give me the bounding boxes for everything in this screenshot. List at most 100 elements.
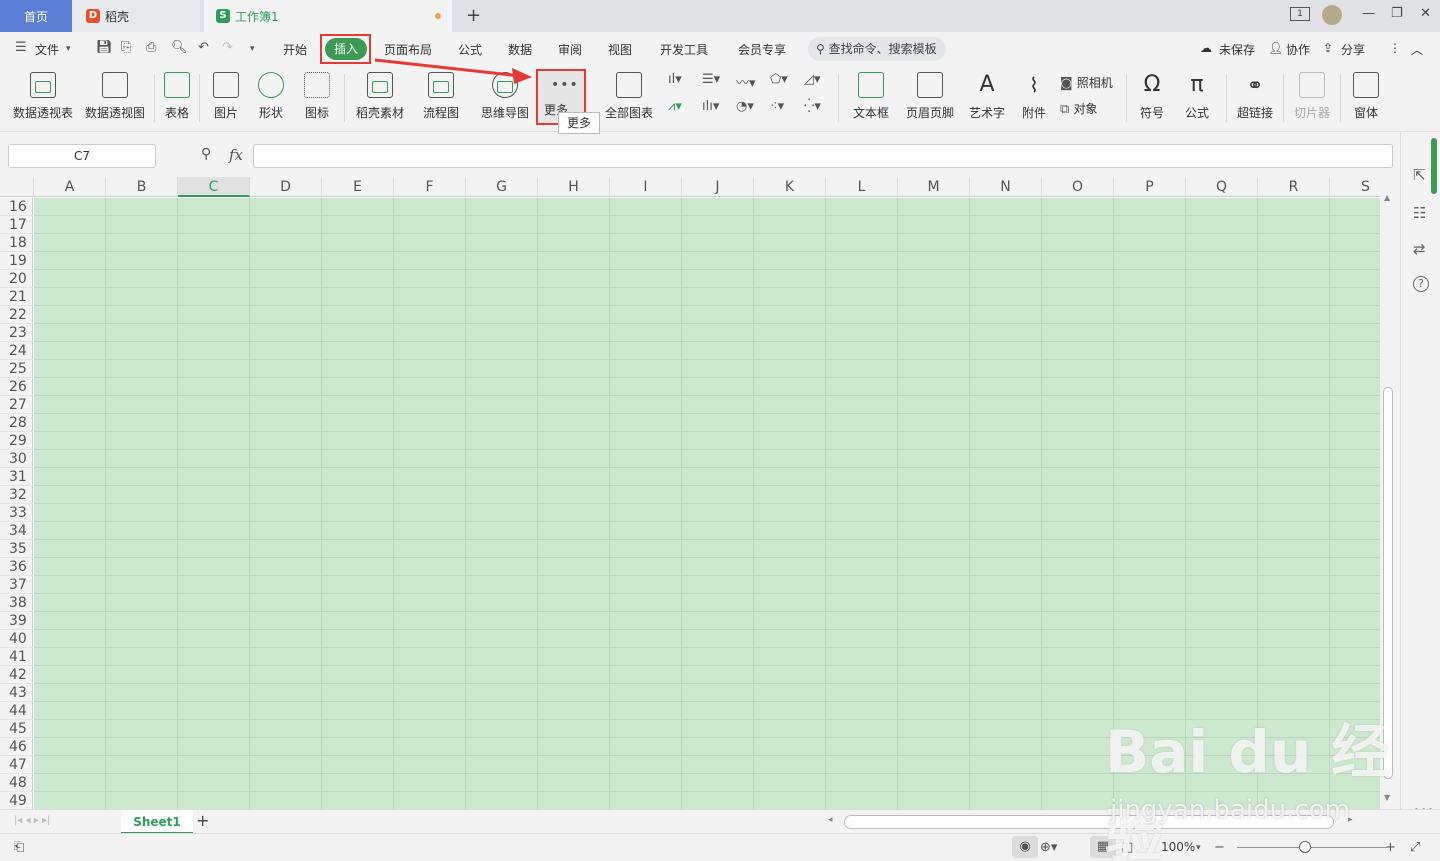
row-header-41[interactable]: 41: [0, 648, 33, 666]
menu-page-layout[interactable]: 页面布局: [384, 41, 432, 58]
row-header-46[interactable]: 46: [0, 738, 33, 756]
unsaved-status[interactable]: 未保存: [1219, 41, 1255, 58]
row-header-25[interactable]: 25: [0, 360, 33, 378]
scroll-up-icon[interactable]: ▲: [1384, 193, 1390, 202]
row-header-43[interactable]: 43: [0, 684, 33, 702]
row-header-48[interactable]: 48: [0, 774, 33, 792]
row-header-32[interactable]: 32: [0, 486, 33, 504]
pie-chart-icon[interactable]: ◔▾: [736, 99, 754, 114]
column-header-i[interactable]: I: [610, 177, 682, 197]
column-header-p[interactable]: P: [1114, 177, 1186, 197]
row-header-40[interactable]: 40: [0, 630, 33, 648]
tab-daoke[interactable]: D 稻壳: [72, 0, 200, 32]
radar-chart-icon[interactable]: ⬠▾: [770, 72, 788, 87]
row-header-33[interactable]: 33: [0, 504, 33, 522]
fx-icon[interactable]: fx: [229, 146, 243, 164]
column-header-a[interactable]: A: [34, 177, 106, 197]
row-header-44[interactable]: 44: [0, 702, 33, 720]
hamburger-icon[interactable]: ☰: [15, 40, 27, 55]
row-header-17[interactable]: 17: [0, 216, 33, 234]
row-header-36[interactable]: 36: [0, 558, 33, 576]
menu-developer[interactable]: 开发工具: [660, 41, 708, 58]
row-header-16[interactable]: 16: [0, 198, 33, 216]
textbox-button[interactable]: 文本框: [848, 72, 894, 121]
row-header-31[interactable]: 31: [0, 468, 33, 486]
attachment-button[interactable]: ⌇ 附件: [1020, 72, 1048, 121]
tab-workbook[interactable]: S 工作簿1: [204, 0, 452, 32]
wordart-button[interactable]: A 艺术字: [964, 72, 1010, 121]
column-header-q[interactable]: Q: [1186, 177, 1258, 197]
window-form-button[interactable]: 窗体: [1348, 72, 1384, 121]
histogram-icon[interactable]: ılı▾: [702, 99, 719, 114]
row-header-28[interactable]: 28: [0, 414, 33, 432]
shape-button[interactable]: 形状: [253, 72, 289, 121]
scroll-left-icon[interactable]: ◂: [828, 815, 833, 825]
select-all-corner[interactable]: [0, 177, 34, 197]
scatter-chart-icon[interactable]: ⁖▾: [770, 99, 784, 114]
menu-review[interactable]: 审阅: [558, 41, 582, 58]
line-chart-icon[interactable]: 〰▾: [736, 72, 756, 91]
area-chart-icon[interactable]: ◿▾: [804, 72, 821, 87]
formula-button[interactable]: π 公式: [1180, 72, 1214, 121]
print-icon[interactable]: ⎙: [146, 40, 156, 55]
column-header-k[interactable]: K: [754, 177, 826, 197]
combo-chart-icon[interactable]: ⁛▾: [804, 99, 821, 114]
column-header-h[interactable]: H: [538, 177, 610, 197]
row-header-49[interactable]: 49: [0, 792, 33, 810]
column-header-l[interactable]: L: [826, 177, 898, 197]
object-button[interactable]: ⧉ 对象: [1060, 100, 1097, 117]
maximize-icon[interactable]: ❐: [1391, 6, 1403, 21]
row-header-45[interactable]: 45: [0, 720, 33, 738]
column-header-r[interactable]: R: [1258, 177, 1330, 197]
row-header-22[interactable]: 22: [0, 306, 33, 324]
menu-file[interactable]: 文件: [35, 41, 59, 58]
sheet-tab-sheet1[interactable]: Sheet1: [121, 810, 193, 834]
tab-home[interactable]: 首页: [0, 0, 72, 32]
row-header-18[interactable]: 18: [0, 234, 33, 252]
table-button[interactable]: 表格: [163, 72, 191, 121]
column-header-b[interactable]: B: [106, 177, 178, 197]
collaborate-button[interactable]: 协作: [1286, 41, 1310, 58]
row-header-38[interactable]: 38: [0, 594, 33, 612]
row-header-42[interactable]: 42: [0, 666, 33, 684]
redo-icon[interactable]: ↷: [222, 40, 233, 55]
mindmap-button[interactable]: 思维导图: [476, 72, 534, 121]
row-header-21[interactable]: 21: [0, 288, 33, 306]
picture-button[interactable]: 图片: [209, 72, 243, 121]
print-preview-icon[interactable]: 🔍︎: [171, 40, 188, 55]
row-header-34[interactable]: 34: [0, 522, 33, 540]
row-header-30[interactable]: 30: [0, 450, 33, 468]
add-sheet-icon[interactable]: +: [196, 811, 209, 830]
search-command[interactable]: ⚲ 查找命令、搜索模板: [808, 37, 946, 61]
column-header-e[interactable]: E: [322, 177, 394, 197]
row-header-26[interactable]: 26: [0, 378, 33, 396]
export-icon[interactable]: ⎘: [121, 40, 131, 55]
formula-input[interactable]: [253, 144, 1393, 168]
pivot-chart-button[interactable]: 数据透视图: [84, 72, 146, 121]
header-footer-button[interactable]: 页眉页脚: [905, 72, 955, 121]
quick-access-dropdown-icon[interactable]: ▾: [250, 44, 255, 54]
more-vertical-icon[interactable]: ⋮: [1389, 41, 1401, 55]
row-header-35[interactable]: 35: [0, 540, 33, 558]
column-header-j[interactable]: J: [682, 177, 754, 197]
row-header-29[interactable]: 29: [0, 432, 33, 450]
column-header-o[interactable]: O: [1042, 177, 1114, 197]
slicer-button[interactable]: 切片器: [1292, 72, 1332, 121]
avatar[interactable]: [1322, 5, 1342, 25]
column-header-g[interactable]: G: [466, 177, 538, 197]
share-button[interactable]: 分享: [1341, 41, 1365, 58]
sidebar-handle[interactable]: [1431, 138, 1437, 194]
settings-sliders-icon[interactable]: ☷: [1413, 204, 1426, 222]
column-chart-icon[interactable]: ıl▾: [668, 72, 682, 87]
menu-data[interactable]: 数据: [508, 41, 532, 58]
row-header-20[interactable]: 20: [0, 270, 33, 288]
flowchart-button[interactable]: 流程图: [418, 72, 464, 121]
menu-member[interactable]: 会员专享: [738, 41, 786, 58]
icon-button[interactable]: 图标: [299, 72, 335, 121]
row-header-37[interactable]: 37: [0, 576, 33, 594]
column-header-f[interactable]: F: [394, 177, 466, 197]
hyperlink-button[interactable]: ⚭ 超链接: [1235, 72, 1275, 121]
eye-protection-icon[interactable]: ◉: [1012, 836, 1038, 858]
pivot-table-button[interactable]: 数据透视表: [12, 72, 74, 121]
symbol-button[interactable]: Ω 符号: [1135, 72, 1169, 121]
